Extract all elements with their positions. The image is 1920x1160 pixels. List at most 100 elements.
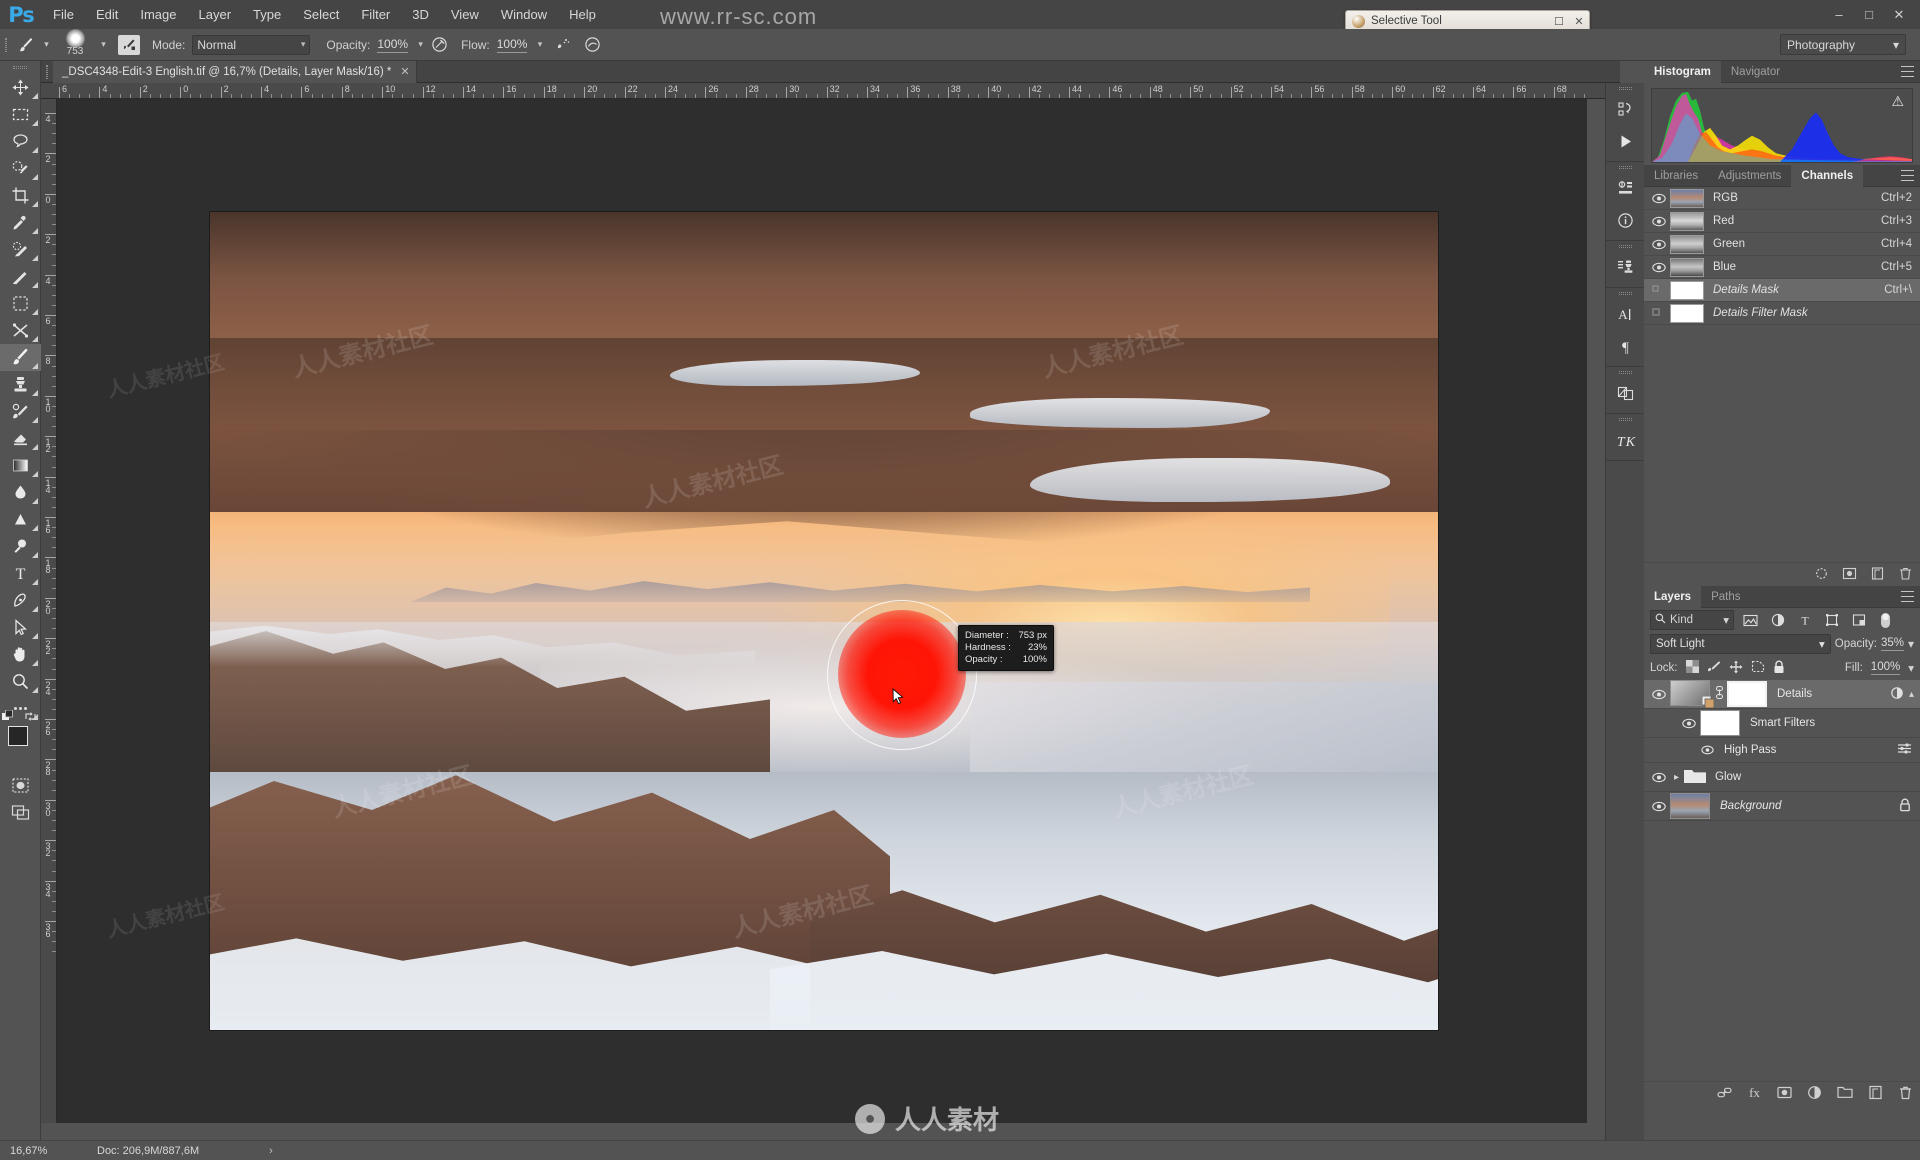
channel-row-blue[interactable]: Blue Ctrl+5 bbox=[1644, 256, 1920, 279]
histogram-panel-menu-icon[interactable] bbox=[1901, 66, 1914, 77]
menu-help[interactable]: Help bbox=[558, 0, 607, 29]
zoom-tool[interactable] bbox=[0, 668, 41, 695]
tab-histogram[interactable]: Histogram bbox=[1644, 60, 1721, 83]
shape-layers-filter-icon[interactable] bbox=[1821, 610, 1842, 630]
burn-tool[interactable] bbox=[0, 533, 41, 560]
document-tab[interactable]: _DSC4348-Edit-3 English.tif @ 16,7% (Det… bbox=[53, 60, 417, 83]
layer-opacity-value[interactable]: 35% bbox=[1880, 637, 1904, 651]
layer-style-icon[interactable]: fx bbox=[1747, 1085, 1762, 1103]
tab-navigator[interactable]: Navigator bbox=[1721, 61, 1790, 83]
brush-tool-icon[interactable] bbox=[12, 36, 40, 54]
fill-chevron-icon[interactable]: ▾ bbox=[1908, 661, 1914, 675]
status-bar-chevron-icon[interactable]: › bbox=[269, 1145, 273, 1157]
close-icon[interactable]: ✕ bbox=[1884, 0, 1914, 29]
quick-selection-tool[interactable] bbox=[0, 155, 41, 182]
foreground-color-swatch[interactable] bbox=[8, 726, 28, 746]
channel-row-details-mask[interactable]: Details Mask Ctrl+\ bbox=[1644, 279, 1920, 302]
brush-size-preview[interactable]: 753 bbox=[53, 29, 97, 61]
link-layers-icon[interactable] bbox=[1717, 1085, 1732, 1103]
history-brush-tool[interactable] bbox=[0, 398, 41, 425]
character-icon[interactable]: A bbox=[1606, 298, 1645, 330]
document-tab-close-icon[interactable]: ✕ bbox=[400, 65, 409, 78]
dock-gripper[interactable] bbox=[1606, 241, 1644, 251]
smart-filters-mask-thumbnail[interactable] bbox=[1700, 710, 1740, 736]
channel-row-green[interactable]: Green Ctrl+4 bbox=[1644, 233, 1920, 256]
layer-row-high-pass[interactable]: High Pass bbox=[1644, 738, 1920, 763]
clone-stamp-tool[interactable] bbox=[0, 371, 41, 398]
layer-visibility-icon[interactable] bbox=[1648, 801, 1670, 812]
menu-file[interactable]: File bbox=[42, 0, 85, 29]
smart-filters-visibility-icon[interactable] bbox=[1678, 718, 1700, 729]
tk-panel-icon[interactable]: T K bbox=[1606, 424, 1645, 456]
history-icon[interactable] bbox=[1606, 93, 1645, 125]
adjustment-layers-filter-icon[interactable] bbox=[1767, 610, 1788, 630]
properties-icon[interactable] bbox=[1606, 172, 1645, 204]
default-colors-icon[interactable] bbox=[2, 709, 15, 726]
flow-caret-icon[interactable]: ▾ bbox=[533, 39, 546, 50]
load-channel-as-selection-icon[interactable] bbox=[1814, 566, 1829, 584]
quick-mask-icon[interactable] bbox=[0, 772, 41, 799]
layer-mask-thumbnail[interactable] bbox=[1727, 681, 1767, 707]
new-adjustment-layer-icon[interactable] bbox=[1807, 1085, 1822, 1103]
channel-visibility-icon[interactable] bbox=[1648, 308, 1670, 319]
options-bar-gripper[interactable] bbox=[0, 29, 12, 61]
menu-window[interactable]: Window bbox=[490, 0, 558, 29]
menu-edit[interactable]: Edit bbox=[85, 0, 129, 29]
expand-chevron-icon[interactable]: ▸ bbox=[1670, 772, 1683, 783]
lock-transparent-pixels-icon[interactable] bbox=[1685, 660, 1699, 676]
opacity-pressure-icon[interactable] bbox=[427, 33, 451, 57]
layer-visibility-icon[interactable] bbox=[1648, 772, 1670, 783]
histogram-graph[interactable]: ⚠ bbox=[1651, 88, 1913, 163]
healing-brush-tool[interactable] bbox=[0, 263, 41, 290]
crop-tool[interactable] bbox=[0, 182, 41, 209]
blend-mode-select[interactable]: Normal ▾ bbox=[192, 34, 311, 55]
channel-row-details-filter-mask[interactable]: Details Filter Mask bbox=[1644, 302, 1920, 325]
collapse-chevron-icon[interactable]: ▴ bbox=[1909, 689, 1914, 700]
airbrush-icon[interactable] bbox=[550, 33, 574, 57]
layers-panel-menu-icon[interactable] bbox=[1901, 591, 1914, 602]
type-tool[interactable]: T bbox=[0, 560, 41, 587]
menu-filter[interactable]: Filter bbox=[350, 0, 401, 29]
lasso-tool[interactable] bbox=[0, 128, 41, 155]
zoom-level[interactable]: 16,67% bbox=[0, 1145, 75, 1157]
layer-row-smart-filters[interactable]: Smart Filters bbox=[1644, 709, 1920, 738]
lock-image-pixels-icon[interactable] bbox=[1707, 660, 1721, 676]
screen-mode-icon[interactable] bbox=[0, 799, 41, 826]
channel-visibility-icon[interactable] bbox=[1648, 216, 1670, 227]
channel-visibility-icon[interactable] bbox=[1648, 193, 1670, 204]
fill-value[interactable]: 100% bbox=[1870, 661, 1901, 675]
dock-gripper[interactable] bbox=[1606, 162, 1644, 172]
channel-visibility-icon[interactable] bbox=[1648, 262, 1670, 273]
brush-preset-caret-icon[interactable]: ▾ bbox=[40, 39, 53, 50]
rectangular-marquee-tool[interactable] bbox=[0, 101, 41, 128]
new-layer-icon[interactable] bbox=[1868, 1085, 1883, 1103]
histogram-warning-icon[interactable]: ⚠ bbox=[1891, 94, 1904, 108]
content-aware-move-tool[interactable] bbox=[0, 317, 41, 344]
paragraph-icon[interactable]: ¶ bbox=[1606, 330, 1645, 362]
layer-comps-icon[interactable] bbox=[1606, 377, 1645, 409]
lock-artboard-icon[interactable] bbox=[1751, 660, 1765, 676]
clone-source-icon[interactable] bbox=[1606, 251, 1645, 283]
menu-select[interactable]: Select bbox=[292, 0, 350, 29]
new-group-icon[interactable] bbox=[1837, 1085, 1853, 1102]
dock-gripper[interactable] bbox=[1606, 83, 1644, 93]
smart-filters-badge-icon[interactable] bbox=[1890, 686, 1905, 703]
hand-tool[interactable] bbox=[0, 641, 41, 668]
info-icon[interactable] bbox=[1606, 204, 1645, 236]
eraser-tool[interactable] bbox=[0, 425, 41, 452]
actions-play-icon[interactable] bbox=[1606, 125, 1645, 157]
lock-all-icon[interactable] bbox=[1773, 660, 1785, 677]
channels-panel-menu-icon[interactable] bbox=[1901, 170, 1914, 181]
filter-toggle-icon[interactable] bbox=[1875, 610, 1896, 630]
channel-visibility-icon[interactable] bbox=[1648, 239, 1670, 250]
channel-row-red[interactable]: Red Ctrl+3 bbox=[1644, 210, 1920, 233]
dock-gripper[interactable] bbox=[1606, 288, 1644, 298]
layer-row-details[interactable]: Details ▴ bbox=[1644, 679, 1920, 709]
gradient-tool[interactable] bbox=[0, 452, 41, 479]
channel-row-rgb[interactable]: RGB Ctrl+2 bbox=[1644, 187, 1920, 210]
menu-3d[interactable]: 3D bbox=[401, 0, 440, 29]
layer-row-background[interactable]: Background bbox=[1644, 792, 1920, 821]
dock-gripper[interactable] bbox=[1606, 414, 1644, 424]
high-pass-visibility-icon[interactable] bbox=[1696, 745, 1718, 755]
flow-value[interactable]: 100% bbox=[496, 37, 528, 53]
